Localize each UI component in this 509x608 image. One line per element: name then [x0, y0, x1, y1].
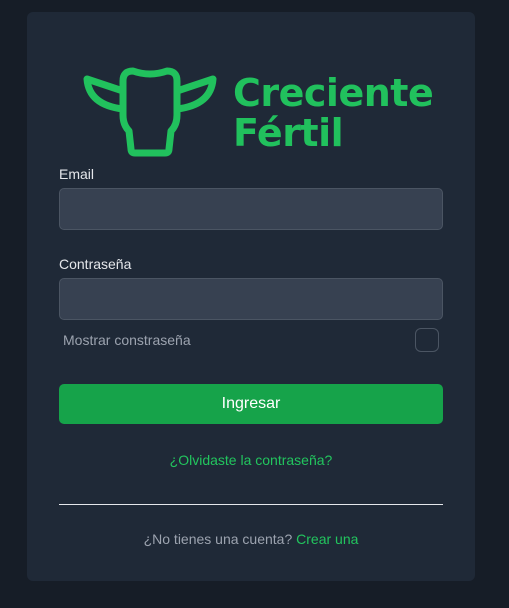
divider [59, 504, 443, 505]
create-account-link[interactable]: Crear una [296, 531, 358, 547]
login-button[interactable]: Ingresar [59, 384, 443, 424]
email-field[interactable] [59, 188, 443, 230]
signup-prompt: ¿No tienes una cuenta? [143, 531, 293, 547]
brand-name: Creciente Fértil [233, 71, 434, 155]
show-password-label: Mostrar constraseña [63, 332, 191, 348]
brand-name-line2: Fértil [233, 111, 344, 155]
brand-name-line1: Creciente [233, 71, 434, 115]
brand-logo: Creciente Fértil [83, 67, 434, 167]
password-label: Contraseña [59, 256, 132, 272]
show-password-checkbox[interactable] [415, 328, 439, 352]
email-label: Email [59, 166, 95, 182]
signup-row: ¿No tienes una cuenta? Crear una [27, 531, 475, 547]
forgot-password-link[interactable]: ¿Olvidaste la contraseña? [27, 452, 475, 468]
cow-head-icon [83, 67, 217, 157]
password-field[interactable] [59, 278, 443, 320]
login-card: Creciente Fértil Email Contraseña Mostra… [27, 12, 475, 581]
